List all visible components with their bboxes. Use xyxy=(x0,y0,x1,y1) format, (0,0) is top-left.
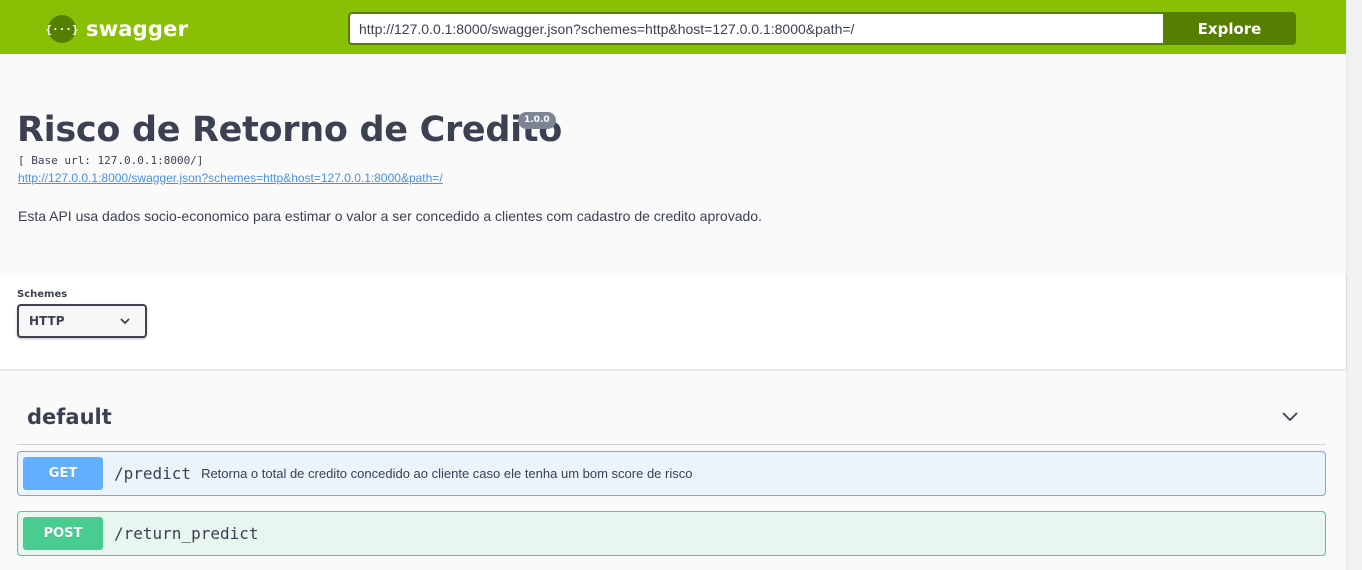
tag-title[interactable]: default xyxy=(27,405,112,429)
spec-link[interactable]: http://127.0.0.1:8000/swagger.json?schem… xyxy=(18,171,443,185)
operation-summary: Retorna o total de credito concedido ao … xyxy=(201,466,693,481)
schemes-container: Schemes HTTP xyxy=(0,275,1346,369)
explore-button[interactable]: Explore xyxy=(1163,12,1296,45)
expand-chevron-icon[interactable] xyxy=(1280,407,1300,427)
tag-divider xyxy=(17,444,1326,445)
operation-get-predict[interactable]: GET /predict Retorna o total de credito … xyxy=(17,451,1326,496)
schemes-select[interactable]: HTTP xyxy=(17,304,147,338)
schemes-selected-value: HTTP xyxy=(29,314,65,328)
operation-post-return-predict[interactable]: POST /return_predict xyxy=(17,511,1326,556)
topbar: {···} swagger Explore xyxy=(0,0,1346,54)
swagger-logo-text: swagger xyxy=(86,17,189,41)
info-section: Risco de Retorno de Credito 1.0.0 [ Base… xyxy=(0,54,1346,275)
schemes-label: Schemes xyxy=(17,289,68,300)
scrollbar[interactable] xyxy=(1346,0,1362,570)
version-badge: 1.0.0 xyxy=(518,112,556,129)
api-description: Esta API usa dados socio-economico para … xyxy=(18,208,762,224)
spec-url-input[interactable] xyxy=(348,12,1163,45)
page-title: Risco de Retorno de Credito xyxy=(17,110,562,150)
swagger-logo-icon: {···} xyxy=(45,15,79,43)
chevron-down-icon xyxy=(120,318,130,325)
operation-path: /predict xyxy=(114,464,192,483)
base-url: [ Base url: 127.0.0.1:8000/] xyxy=(18,154,204,167)
operation-path: /return_predict xyxy=(114,524,259,543)
swagger-logo[interactable]: {···} swagger xyxy=(45,15,189,43)
method-badge: GET xyxy=(23,457,103,490)
method-badge: POST xyxy=(23,517,103,550)
